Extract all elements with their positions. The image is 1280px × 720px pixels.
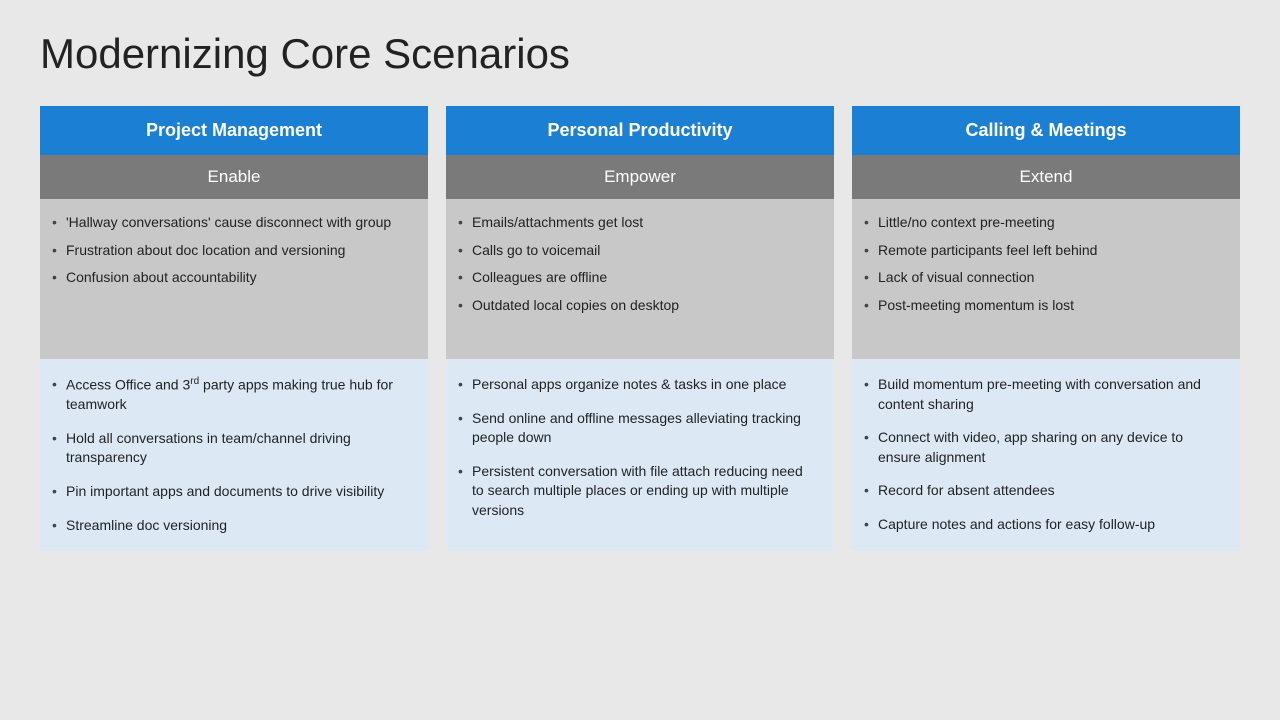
solution-item-calling-meetings-0: Build momentum pre-meeting with conversa… [862, 375, 1224, 414]
problem-item-calling-meetings-3: Post-meeting momentum is lost [862, 296, 1224, 316]
solution-item-calling-meetings-2: Record for absent attendees [862, 481, 1224, 501]
subheader-project-management: Enable [40, 155, 428, 199]
header-project-management: Project Management [40, 106, 428, 155]
solution-item-personal-productivity-1: Send online and offline messages allevia… [456, 409, 818, 448]
problem-item-project-management-2: Confusion about accountability [50, 268, 412, 288]
problem-item-personal-productivity-1: Calls go to voicemail [456, 241, 818, 261]
solutions-project-management: Access Office and 3rd party apps making … [40, 359, 428, 551]
solutions-personal-productivity: Personal apps organize notes & tasks in … [446, 359, 834, 551]
problem-item-personal-productivity-2: Colleagues are offline [456, 268, 818, 288]
problem-item-personal-productivity-3: Outdated local copies on desktop [456, 296, 818, 316]
subheader-calling-meetings: Extend [852, 155, 1240, 199]
problems-calling-meetings: Little/no context pre-meeting Remote part… [852, 199, 1240, 359]
problem-item-project-management-1: Frustration about doc location and versi… [50, 241, 412, 261]
problem-item-calling-meetings-0: Little/no context pre-meeting [862, 213, 1224, 233]
subheader-personal-productivity: Empower [446, 155, 834, 199]
solution-item-calling-meetings-3: Capture notes and actions for easy follo… [862, 515, 1224, 535]
solution-item-calling-meetings-1: Connect with video, app sharing on any d… [862, 428, 1224, 467]
problems-personal-productivity: Emails/attachments get lost Calls go to v… [446, 199, 834, 359]
problem-item-calling-meetings-1: Remote participants feel left behind [862, 241, 1224, 261]
solution-item-project-management-3: Streamline doc versioning [50, 516, 412, 536]
solution-item-personal-productivity-0: Personal apps organize notes & tasks in … [456, 375, 818, 395]
header-calling-meetings: Calling & Meetings [852, 106, 1240, 155]
problem-item-project-management-0: 'Hallway conversations' cause disconnect… [50, 213, 412, 233]
solution-item-project-management-0: Access Office and 3rd party apps making … [50, 375, 412, 415]
column-calling-meetings: Calling & MeetingsExtendLittle/no contex… [852, 106, 1240, 551]
main-grid: Project ManagementEnable 'Hallway convers… [40, 106, 1240, 551]
solution-item-project-management-2: Pin important apps and documents to driv… [50, 482, 412, 502]
problem-item-personal-productivity-0: Emails/attachments get lost [456, 213, 818, 233]
solution-item-personal-productivity-2: Persistent conversation with file attach… [456, 462, 818, 521]
header-personal-productivity: Personal Productivity [446, 106, 834, 155]
page-title: Modernizing Core Scenarios [40, 30, 1240, 78]
column-project-management: Project ManagementEnable 'Hallway convers… [40, 106, 428, 551]
problem-item-calling-meetings-2: Lack of visual connection [862, 268, 1224, 288]
problems-project-management: 'Hallway conversations' cause disconnect… [40, 199, 428, 359]
column-personal-productivity: Personal ProductivityEmpowerEmails/attac… [446, 106, 834, 551]
solution-item-project-management-1: Hold all conversations in team/channel d… [50, 429, 412, 468]
solutions-calling-meetings: Build momentum pre-meeting with conversa… [852, 359, 1240, 551]
